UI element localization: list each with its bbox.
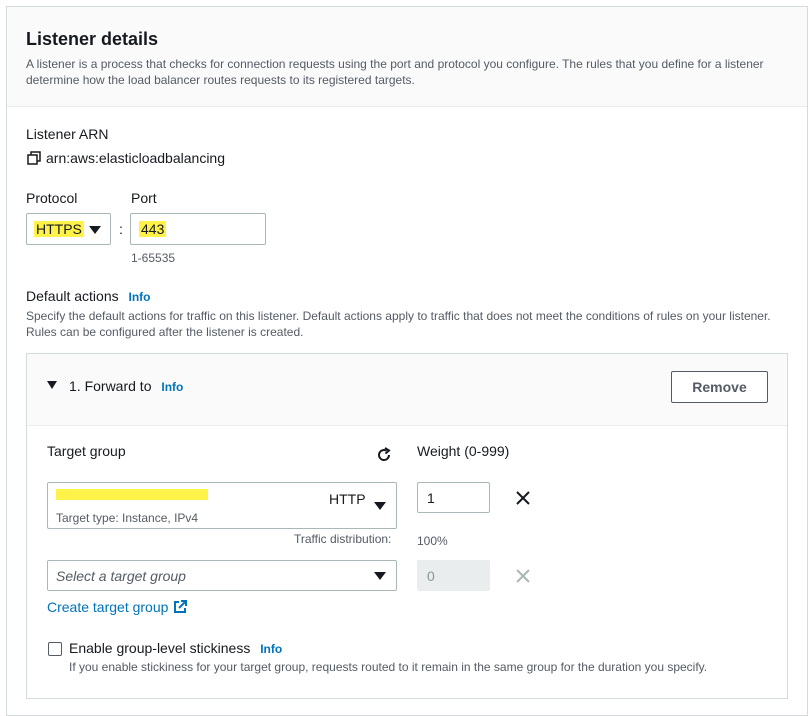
weight-input-2: 0 <box>417 560 490 591</box>
default-actions-info-link[interactable]: Info <box>129 290 151 304</box>
redacted-group-name <box>56 489 208 500</box>
header-description: A listener is a process that checks for … <box>26 57 764 87</box>
weight-label: Weight (0-999) <box>417 443 510 459</box>
target-group-select-2[interactable]: Select a target group <box>47 560 397 591</box>
page-title: Listener details <box>26 29 159 49</box>
group1-protocol: HTTP <box>329 491 366 507</box>
port-label: Port <box>131 190 157 206</box>
port-input[interactable]: 443 <box>130 213 266 245</box>
weight-input-1[interactable]: 1 <box>417 482 490 513</box>
stickiness-description: If you enable stickiness for your target… <box>69 660 708 674</box>
default-actions-description: Specify the default actions for traffic … <box>26 309 771 339</box>
protocol-label: Protocol <box>26 190 78 206</box>
action-title: 1. Forward to <box>69 378 152 394</box>
stickiness-info-link[interactable]: Info <box>260 642 282 656</box>
target-group-placeholder: Select a target group <box>56 568 186 584</box>
close-icon[interactable] <box>516 491 530 505</box>
action-card-header: 1. Forward to Info Remove <box>27 354 787 426</box>
weight-value-1: 1 <box>427 490 435 506</box>
target-group-select[interactable]: HTTP Target type: Instance, IPv4 <box>47 482 397 529</box>
caret-down-icon <box>374 502 386 510</box>
stickiness-heading: Enable group-level stickiness Info <box>69 640 282 656</box>
arn-row: arn:aws:elasticloadbalancing <box>27 150 225 166</box>
external-link-icon <box>174 600 188 613</box>
target-group-label: Target group <box>47 443 126 459</box>
create-target-group-label: Create target group <box>47 599 169 615</box>
arn-label: Listener ARN <box>26 126 109 142</box>
action-info-link[interactable]: Info <box>161 380 183 394</box>
refresh-icon[interactable] <box>375 446 393 464</box>
traffic-distribution-value: 100% <box>417 534 448 548</box>
stickiness-checkbox[interactable] <box>48 642 62 656</box>
protocol-value: HTTPS <box>34 221 84 237</box>
traffic-distribution-label: Traffic distribution: <box>294 532 392 546</box>
card-header: Listener details A listener is a process… <box>7 7 807 107</box>
protocol-select[interactable]: HTTPS <box>26 213 111 245</box>
arn-value: arn:aws:elasticloadbalancing <box>46 150 225 166</box>
group1-type: Target type: Instance, IPv4 <box>56 511 199 525</box>
action-title-row: 1. Forward to Info <box>69 378 183 394</box>
weight-value-2: 0 <box>427 568 435 584</box>
action-card: 1. Forward to Info Remove Target group W… <box>26 353 788 699</box>
default-actions-label: Default actions <box>26 288 119 304</box>
close-icon-disabled <box>516 569 530 583</box>
port-separator: : <box>119 221 123 237</box>
stickiness-label[interactable]: Enable group-level stickiness <box>69 640 250 656</box>
remove-button[interactable]: Remove <box>671 371 768 403</box>
collapse-triangle-icon[interactable] <box>47 381 57 389</box>
copy-icon[interactable] <box>27 151 41 165</box>
caret-down-icon <box>374 572 386 580</box>
create-target-group-link[interactable]: Create target group <box>47 599 188 615</box>
port-hint: 1-65535 <box>131 251 176 265</box>
caret-down-icon <box>89 226 101 234</box>
default-actions-heading: Default actions Info <box>26 288 151 304</box>
port-value: 443 <box>139 221 167 237</box>
